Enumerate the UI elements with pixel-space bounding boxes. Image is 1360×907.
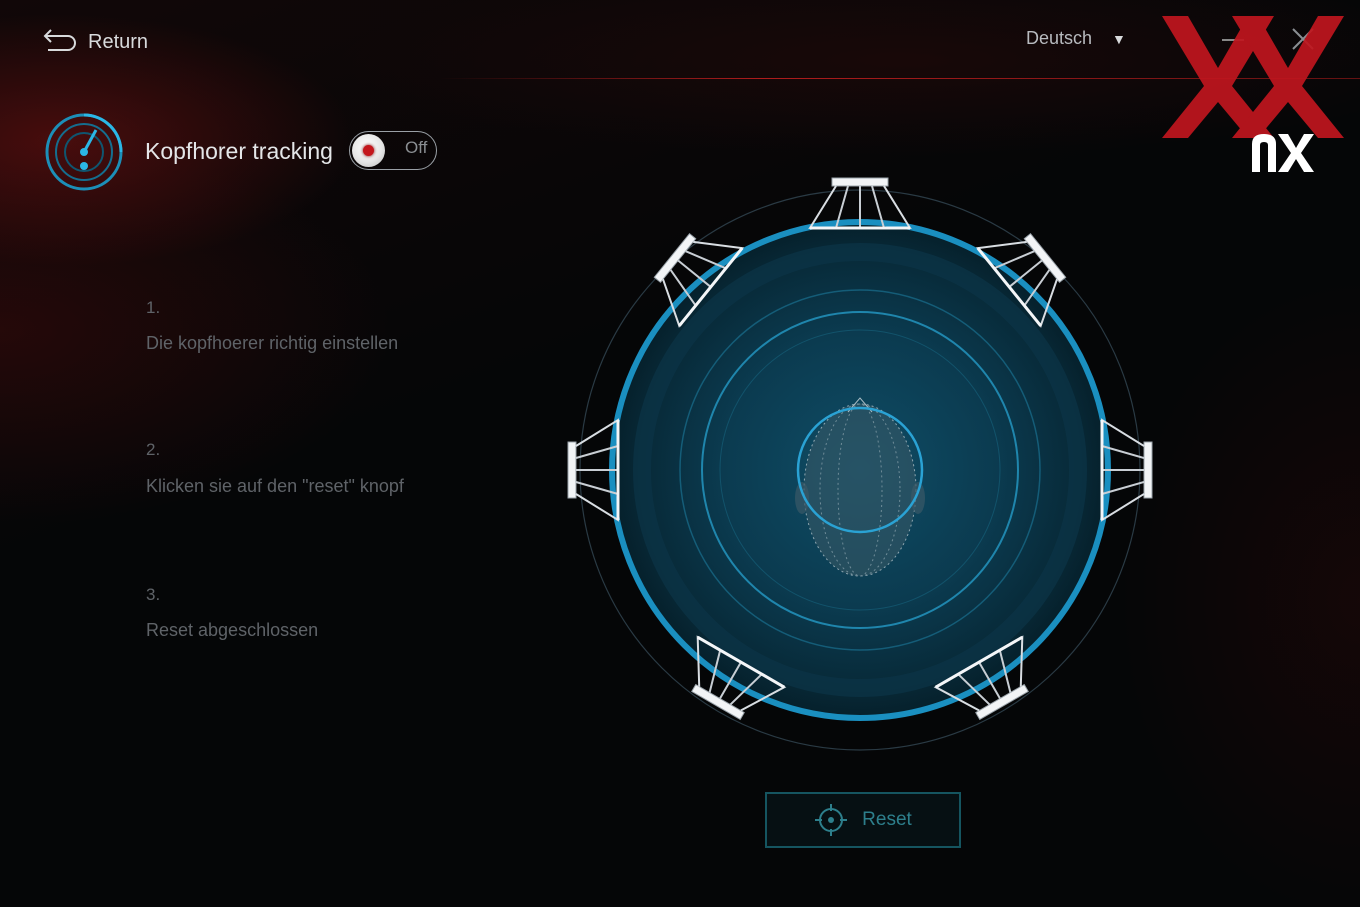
step-3-number: 3.: [146, 585, 161, 604]
reset-label: Reset: [862, 809, 912, 830]
speaker-icon: [566, 418, 620, 522]
toggle-state-label: Off: [405, 138, 428, 157]
step-1-number: 1.: [146, 298, 161, 317]
speaker-icon: [808, 176, 912, 230]
watermark-logo: [1162, 16, 1344, 172]
language-dropdown[interactable]: Deutsch ▼: [1026, 28, 1126, 49]
triangle-down-icon: ▼: [1112, 30, 1126, 47]
toggle-knob: [352, 134, 385, 167]
surround-visualizer: [566, 176, 1154, 751]
speaker-icon: [1100, 418, 1154, 522]
step-3-text: Reset abgeschlossen: [146, 620, 319, 640]
return-arrow-icon: [43, 29, 76, 51]
return-label: Return: [88, 30, 149, 53]
crosshair-icon: [815, 804, 848, 836]
step-2-text: Klicken sie auf den "reset" knopf: [146, 476, 404, 496]
reset-button[interactable]: Reset: [765, 792, 961, 848]
tracking-label: Kopfhorer tracking: [145, 138, 333, 164]
radar-icon: [45, 113, 123, 191]
step-2-number: 2.: [146, 440, 161, 459]
language-value: Deutsch: [1026, 28, 1093, 48]
return-button[interactable]: Return: [42, 26, 148, 58]
step-1-text: Die kopfhoerer richtig einstellen: [146, 333, 399, 353]
tracking-toggle[interactable]: Off: [349, 131, 437, 170]
